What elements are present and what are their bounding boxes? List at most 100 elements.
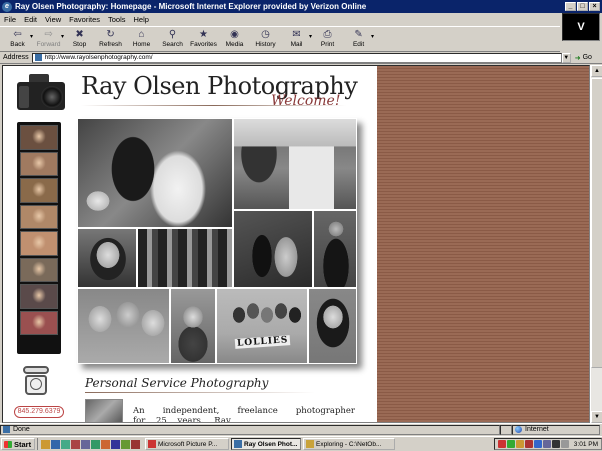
menu-favorites[interactable]: Favorites (69, 15, 100, 24)
explorer-quicklaunch-icon[interactable] (81, 439, 90, 449)
document-done-icon (3, 426, 10, 433)
section-title: Personal Service Photography (85, 376, 269, 390)
ie-logo-icon: e (2, 1, 12, 12)
access-quicklaunch-icon[interactable] (131, 439, 140, 449)
intro-photo (85, 399, 123, 422)
scroll-up-button[interactable]: ▲ (591, 65, 602, 77)
menu-tools[interactable]: Tools (108, 15, 126, 24)
media-button[interactable]: ◉ Media (219, 27, 250, 48)
close-button[interactable]: × (589, 2, 600, 11)
phone-number-badge: 845.279.6379 (14, 406, 64, 418)
start-button[interactable]: Start (1, 438, 35, 450)
menu-file[interactable]: File (4, 15, 16, 24)
history-button[interactable]: ◷ History (250, 27, 281, 48)
telephone-icon (21, 366, 51, 398)
tray-icon-3[interactable] (515, 440, 524, 448)
filmstrip-thumbnail[interactable] (20, 257, 58, 282)
search-button[interactable]: ⚲ Search (157, 27, 188, 48)
menu-view[interactable]: View (45, 15, 61, 24)
go-label: Go (582, 54, 592, 61)
home-button[interactable]: ⌂ Home (126, 27, 157, 48)
status-text: Done (13, 426, 30, 433)
print-button[interactable]: ⎙ Print (312, 27, 343, 48)
tool-quicklaunch-icon[interactable] (101, 439, 110, 449)
go-button[interactable]: ➜ Go (575, 54, 592, 62)
filmstrip-thumbnail[interactable] (20, 178, 58, 203)
filmstrip-thumbnail[interactable] (20, 310, 58, 335)
balloons-sign-text: LOLLIES (234, 335, 291, 349)
favorites-button[interactable]: ★ Favorites (188, 27, 219, 48)
filmstrip-thumbnail[interactable] (20, 125, 58, 150)
taskbar-button[interactable]: Ray Olsen Phot... (231, 438, 301, 450)
back-arrow-icon: ⇦ (13, 29, 22, 40)
windows-taskbar: Start Microsoft Picture P... Ray Olsen Ph… (0, 436, 602, 451)
media-quicklaunch-icon[interactable] (91, 439, 100, 449)
word-quicklaunch-icon[interactable] (111, 439, 120, 449)
go-arrow-icon: ➜ (574, 54, 581, 62)
maximize-button[interactable]: □ (577, 2, 588, 11)
page-viewport[interactable]: Ray Olsen Photography Welcome! LOLLIES 8… (2, 65, 590, 423)
ie-quicklaunch-icon[interactable] (51, 439, 60, 449)
excel-quicklaunch-icon[interactable] (121, 439, 130, 449)
app-quicklaunch-icon[interactable] (71, 439, 80, 449)
filmstrip-nav (17, 122, 61, 354)
isp-throbber-logo: V (562, 13, 600, 41)
menu-help[interactable]: Help (134, 15, 149, 24)
forward-button[interactable]: ⇨ Forward (33, 27, 64, 48)
tray-icon-4[interactable] (524, 440, 533, 448)
filmstrip-thumbnail[interactable] (20, 284, 58, 309)
vertical-scrollbar[interactable]: ▲ ▼ (590, 65, 602, 423)
menu-edit[interactable]: Edit (24, 15, 37, 24)
children-group-photo (77, 288, 170, 364)
window-controls: _ □ × (565, 2, 600, 11)
window-titlebar[interactable]: e Ray Olsen Photography: Homepage - Micr… (0, 0, 602, 13)
task-buttons: Microsoft Picture P... Ray Olsen Phot... E… (145, 438, 395, 450)
forward-label: Forward (36, 41, 61, 48)
edit-button[interactable]: ✎ Edit (343, 27, 374, 48)
forward-arrow-icon: ⇨ (44, 29, 53, 40)
media-icon: ◉ (230, 29, 239, 40)
taskbar-button[interactable]: Microsoft Picture P... (145, 438, 229, 450)
dancing-couple-photo (233, 210, 313, 288)
security-zone: Internet (512, 424, 600, 435)
tray-icon-1[interactable] (497, 440, 506, 448)
search-label: Search (162, 41, 183, 48)
scroll-thumb[interactable] (591, 78, 602, 368)
address-input[interactable]: http://www.rayolsenphotography.com/ (31, 52, 562, 63)
stop-label: Stop (72, 41, 87, 48)
media-label: Media (225, 41, 244, 48)
taskbar-button[interactable]: Exploring - C:\NetOb... (303, 438, 395, 450)
standard-toolbar: ⇦ Back ▾ ⇨ Forward ▾ ✖ Stop ↻ Refresh ⌂ Home ⚲ Search… (0, 26, 560, 52)
mail-button[interactable]: ✉ Mail (281, 27, 312, 48)
status-bar: Done Internet (0, 423, 602, 435)
stop-icon: ✖ (75, 29, 84, 40)
woman-portrait-photo (77, 228, 137, 288)
tray-icon-2[interactable] (506, 440, 515, 448)
show-desktop-icon[interactable] (41, 439, 50, 449)
filmstrip-thumbnail[interactable] (20, 204, 58, 229)
speaker-icon[interactable] (560, 440, 569, 448)
outlook-quicklaunch-icon[interactable] (61, 439, 70, 449)
tray-icon-6[interactable] (542, 440, 551, 448)
task-app-icon (306, 440, 314, 448)
status-blank-cell (500, 424, 512, 435)
refresh-button[interactable]: ↻ Refresh (95, 27, 126, 48)
edit-dropdown-icon[interactable]: ▾ (371, 33, 374, 40)
task-app-icon (234, 440, 242, 448)
groom-portrait-photo (313, 210, 357, 288)
task-app-icon (148, 440, 156, 448)
address-url: http://www.rayolsenphotography.com/ (44, 54, 153, 61)
back-button[interactable]: ⇦ Back (2, 27, 33, 48)
tray-icon-5[interactable] (533, 440, 542, 448)
search-icon: ⚲ (168, 29, 177, 40)
tray-icon-7[interactable] (551, 440, 560, 448)
filmstrip-thumbnail[interactable] (20, 231, 58, 256)
stop-button[interactable]: ✖ Stop (64, 27, 95, 48)
minimize-button[interactable]: _ (565, 2, 576, 11)
menu-bar: File Edit View Favorites Tools Help (0, 13, 560, 25)
scroll-down-button[interactable]: ▼ (591, 411, 602, 423)
status-main: Done (0, 424, 500, 435)
address-dropdown-button[interactable]: ▼ (561, 52, 571, 63)
filmstrip-thumbnail[interactable] (20, 151, 58, 176)
camera-logo-icon (15, 72, 67, 114)
